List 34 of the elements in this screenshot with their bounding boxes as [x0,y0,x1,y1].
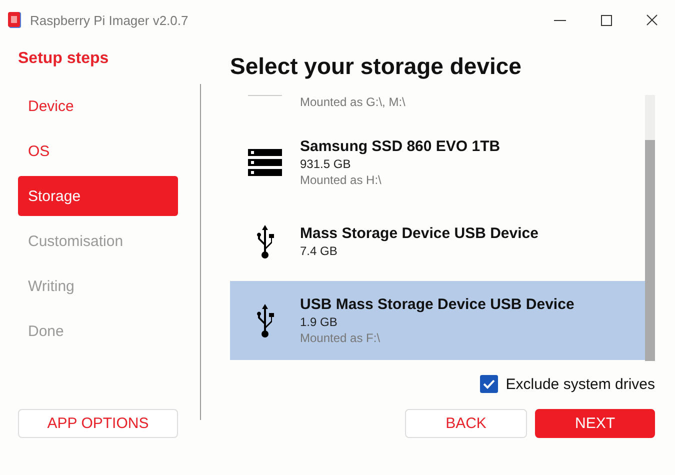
drive-item[interactable]: Mass Storage Device USB Device 7.4 GB [230,202,645,281]
sidebar-title: Setup steps [18,50,110,68]
drive-item[interactable]: USB Mass Storage Device USB Device 1.9 GB Mounted as F:\ [230,281,645,360]
checkbox-label: Exclude system drives [506,376,655,392]
drive-name: Samsung SSD 860 EVO 1TB [300,138,500,155]
drive-size: 931.5 GB [300,157,352,171]
mount-info: Mounted as F:\ [300,331,382,345]
usb-icon [255,304,275,338]
checkbox[interactable] [480,375,498,393]
drive-item[interactable]: Mounted as G:\, M:\ [230,95,645,123]
app-icon [8,12,22,28]
maximize-icon[interactable] [600,14,612,26]
drive-size: 7.4 GB [300,244,338,258]
step-item[interactable]: Customisation [18,221,178,261]
usb-icon [255,224,275,258]
back-button[interactable]: BACK [405,409,527,438]
window-title: Raspberry Pi Imager v2.0.7 [30,12,188,28]
server-icon [248,149,282,176]
step-item[interactable]: Done [18,311,178,351]
step-item[interactable]: OS [18,131,178,171]
step-item[interactable]: Storage [18,176,178,216]
close-icon[interactable] [646,14,658,26]
scrollbar[interactable] [645,95,655,361]
page-heading: Select your storage device [230,53,522,80]
drive-name: USB Mass Storage Device USB Device [300,296,574,313]
app-options-button[interactable]: APP OPTIONS [18,409,178,438]
drive-size: 1.9 GB [300,315,338,329]
next-button[interactable]: NEXT [535,409,655,438]
drive-name: Mass Storage Device USB Device [300,225,538,242]
step-item[interactable]: Writing [18,266,178,306]
step-item[interactable]: Device [18,86,178,126]
drive-item[interactable]: Samsung SSD 860 EVO 1TB 931.5 GB Mounted as H:\ [230,123,645,202]
mount-info: Mounted as G:\, M:\ [300,95,406,109]
mount-info: Mounted as H:\ [300,173,382,187]
